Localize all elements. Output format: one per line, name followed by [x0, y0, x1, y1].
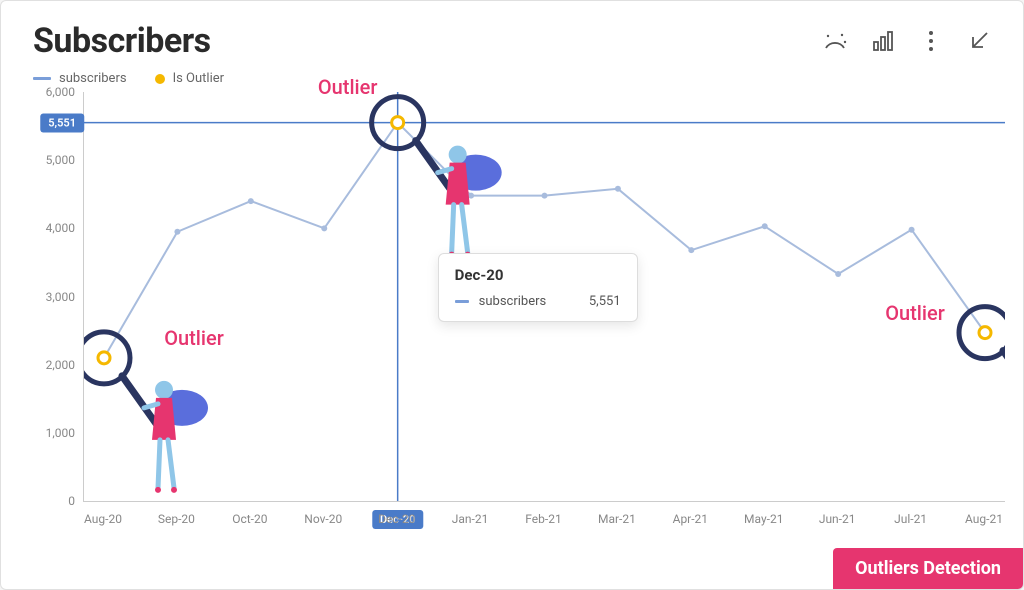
x-tick: Apr-21: [673, 512, 708, 526]
chart-area: 01,0002,0003,0004,0005,0006,000 5,551 De…: [33, 92, 1005, 542]
chart-type-icon[interactable]: [871, 29, 895, 53]
footer-badge: Outliers Detection: [833, 548, 1023, 589]
x-tick: Oct-20: [232, 512, 267, 526]
legend-outlier[interactable]: Is Outlier: [155, 71, 224, 86]
x-tick: Mar-21: [598, 512, 636, 526]
legend-line-icon: [33, 77, 51, 80]
x-tick: Dec-20: [378, 512, 415, 526]
plot-region[interactable]: 5,551 Dec-20 Dec-20 subscribers 5,551 Ou…: [83, 92, 1005, 502]
x-tick: Nov-20: [304, 512, 342, 526]
x-tick: Sep-20: [158, 512, 195, 526]
outlier-annotation: Outlier: [318, 75, 378, 99]
x-axis: Aug-20 Sep-20 Oct-20 Nov-20 Dec-20 Jan-21 Feb-…: [83, 502, 1005, 542]
y-tick: 3,000: [46, 290, 75, 304]
y-tick: 2,000: [46, 358, 75, 372]
outlier-annotation: Outlier: [885, 301, 945, 325]
y-tick: 5,000: [46, 153, 75, 167]
y-tick: 1,000: [46, 426, 75, 440]
x-tick: Feb-21: [525, 512, 561, 526]
toolbar: [823, 29, 991, 53]
outlier-annotation: Outlier: [164, 326, 224, 350]
legend: subscribers Is Outlier: [1, 69, 1023, 92]
x-tick: Aug-20: [84, 512, 122, 526]
tooltip-value: 5,551: [589, 294, 621, 309]
header: Subscribers: [1, 1, 1023, 69]
y-tick: 4,000: [46, 221, 75, 235]
tooltip-line-icon: [455, 300, 469, 303]
chart-card: Subscribers subscribers Is Outlier: [0, 0, 1024, 590]
x-tick: Aug-21: [965, 512, 1003, 526]
expand-icon[interactable]: [967, 29, 991, 53]
x-tick: Jul-21: [894, 512, 927, 526]
insights-icon[interactable]: [823, 29, 847, 53]
tooltip-title: Dec-20: [455, 266, 621, 284]
chart-title: Subscribers: [33, 21, 211, 61]
legend-series-label: subscribers: [59, 71, 127, 86]
y-tick: 0: [68, 494, 75, 508]
y-axis: 01,0002,0003,0004,0005,0006,000: [33, 92, 83, 502]
legend-series[interactable]: subscribers: [33, 71, 127, 86]
tooltip: Dec-20 subscribers 5,551: [438, 253, 638, 322]
tooltip-series-label: subscribers: [479, 294, 559, 309]
more-options-icon[interactable]: [919, 29, 943, 53]
x-tick: Jan-21: [452, 512, 489, 526]
y-tick: 6,000: [46, 85, 75, 99]
x-tick: Jun-21: [819, 512, 856, 526]
hover-y-badge: 5,551: [40, 113, 84, 132]
legend-outlier-label: Is Outlier: [173, 71, 224, 86]
legend-dot-icon: [155, 74, 165, 84]
x-tick: May-21: [744, 512, 783, 526]
tooltip-row: subscribers 5,551: [455, 294, 621, 309]
